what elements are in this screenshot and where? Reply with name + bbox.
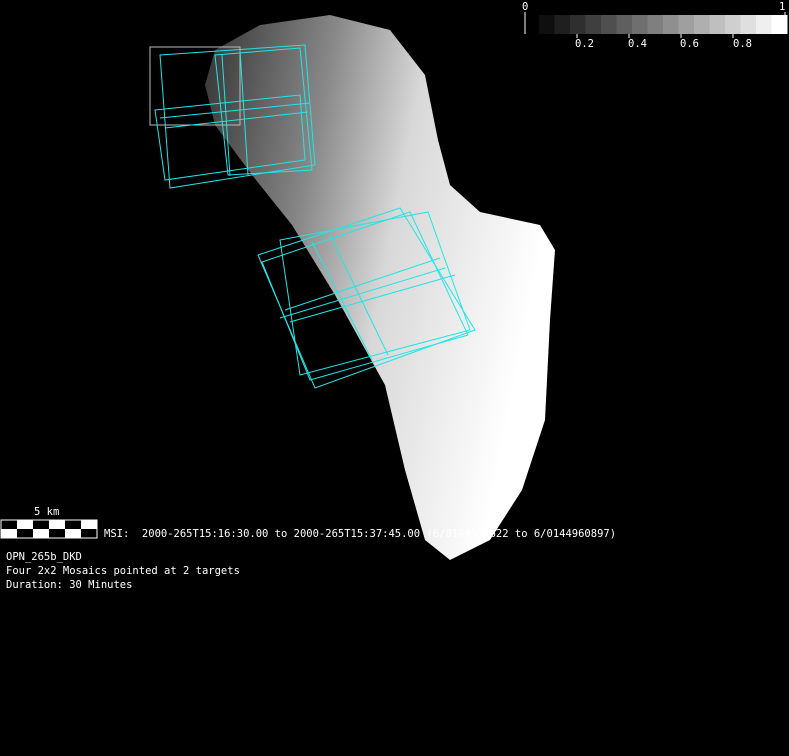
observation-duration: Duration: 30 Minutes <box>6 579 133 591</box>
colorbar-tick: 0.8 <box>733 38 752 50</box>
colorbar-step <box>663 15 679 34</box>
asteroid-render <box>0 12 788 560</box>
scale-bar <box>0 519 98 539</box>
colorbar-tick: 0.6 <box>680 38 699 50</box>
colorbar-step <box>647 15 664 34</box>
colorbar-min-label: 0 <box>522 1 529 13</box>
colorbar-step <box>616 15 633 34</box>
colorbar-step <box>585 15 602 34</box>
colorbar-step <box>756 15 772 34</box>
colorbar <box>539 15 788 38</box>
observation-name: OPN_265b_DKD <box>6 551 82 563</box>
colorbar-tick: 0.4 <box>628 38 647 50</box>
colorbar-step <box>632 15 648 34</box>
colorbar-step <box>694 15 710 34</box>
colorbar-step <box>678 15 695 34</box>
colorbar-step <box>539 15 555 34</box>
colorbar-step <box>725 15 741 34</box>
observation-description: Four 2x2 Mosaics pointed at 2 targets <box>6 565 240 577</box>
colorbar-step <box>740 15 757 34</box>
colorbar-step <box>709 15 726 34</box>
scale-bar-label: 5 km <box>34 506 60 518</box>
colorbar-tick: 0.2 <box>575 38 594 50</box>
viewer: 0 1 0.2 0.4 0.6 0.8 5 km MSI: 2000-265T1… <box>0 0 789 756</box>
colorbar-step <box>601 15 617 34</box>
msi-time-range: MSI: 2000-265T15:16:30.00 to 2000-265T15… <box>104 528 617 540</box>
colorbar-step <box>554 15 571 34</box>
colorbar-step <box>570 15 586 34</box>
colorbar-max-label: 1 <box>779 1 786 13</box>
